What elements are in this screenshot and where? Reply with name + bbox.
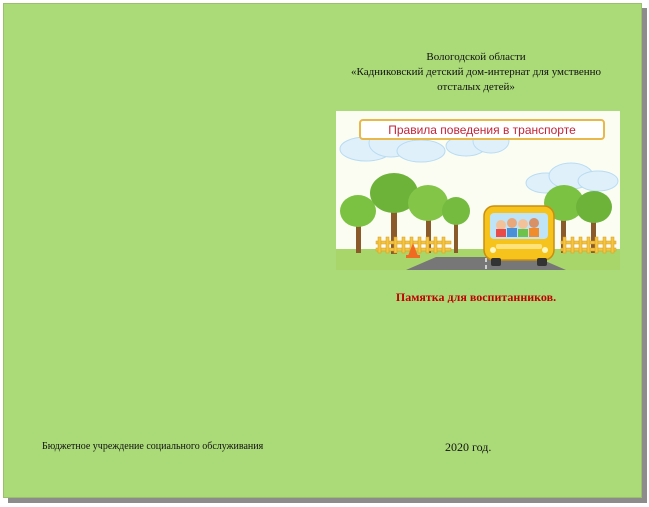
document-page: Вологодской области «Кадниковский детски… (3, 3, 642, 498)
banner-text: Правила поведения в транспорте (388, 123, 576, 137)
footer-institution-type: Бюджетное учреждение социального обслужи… (42, 441, 264, 452)
header-institution: «Кадниковский детский дом-интернат для у… (351, 66, 601, 78)
school-bus-illustration: Правила поведения в транспорте (336, 111, 620, 270)
bus-icon (483, 205, 555, 266)
header-institution-cont: отсталых детей» (437, 81, 515, 93)
memo-title: Памятка для воспитанников. (395, 290, 557, 304)
document-header: Вологодской области «Кадниковский детски… (334, 50, 618, 95)
header-region: Вологодской области (426, 51, 526, 63)
footer-year: 2020 год. (445, 440, 492, 454)
